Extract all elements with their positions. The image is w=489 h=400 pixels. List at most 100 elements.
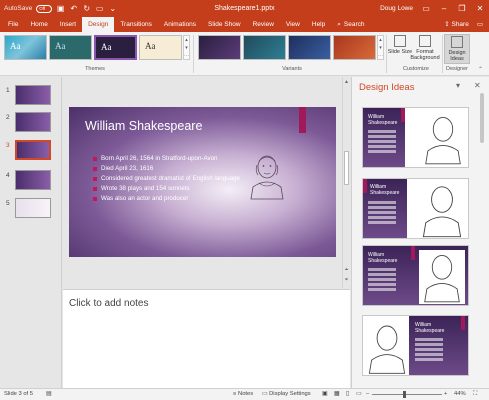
- ribbon-display-icon[interactable]: ▭: [421, 4, 431, 13]
- slide-thumb-image: [15, 198, 51, 218]
- zoom-in-icon[interactable]: +: [444, 391, 447, 397]
- share-button[interactable]: ⇪ Share: [444, 17, 469, 32]
- tab-file[interactable]: File: [2, 17, 24, 32]
- slide-thumb-image: [15, 140, 51, 160]
- redo-icon[interactable]: ↻: [82, 4, 91, 13]
- theme-teal-thumb[interactable]: Aa: [49, 35, 92, 60]
- prev-slide-icon[interactable]: ⏶: [343, 267, 350, 273]
- zoom-level[interactable]: 44%: [454, 391, 466, 397]
- current-slide[interactable]: William Shakespeare Born April 26, 1564 …: [69, 107, 336, 257]
- tab-view[interactable]: View: [280, 17, 306, 32]
- autosave-toggle[interactable]: Off: [36, 4, 53, 13]
- collapse-ribbon-icon[interactable]: ⌃: [478, 66, 483, 73]
- tab-insert[interactable]: Insert: [54, 17, 82, 32]
- tab-animations[interactable]: Animations: [158, 17, 202, 32]
- slide-sorter-icon[interactable]: ▦: [334, 391, 339, 397]
- zoom-knob[interactable]: [403, 391, 406, 398]
- fit-slide-icon[interactable]: ⛶: [473, 391, 477, 398]
- slide-scrollbar[interactable]: ▲ ⏶ ⏷: [342, 77, 350, 288]
- idea-accent-bar: [461, 316, 465, 330]
- design-idea-4[interactable]: William Shakespeare: [362, 315, 469, 376]
- slide-show-icon[interactable]: ▭: [356, 391, 361, 397]
- status-bar: Slide 3 of 5 ▤ ≡ Notes ▭ Display Setting…: [0, 388, 489, 400]
- slide-thumb-2[interactable]: 2: [0, 111, 62, 133]
- design-idea-2[interactable]: William Shakespeare: [362, 178, 469, 239]
- undo-icon[interactable]: ↶: [69, 4, 78, 13]
- slide-number: 1: [6, 87, 10, 94]
- user-name[interactable]: Doug Lowe: [380, 5, 413, 12]
- design-ribbon: Aa Aa Aa Aa ▴ ▾ ⋯ Themes ▴ ▾ ⋯ Variants Slid…: [0, 32, 489, 76]
- slide-thumb-5[interactable]: 5: [0, 197, 62, 219]
- notes-placeholder[interactable]: Click to add notes: [69, 298, 149, 309]
- close-icon[interactable]: ✕: [475, 4, 485, 13]
- tab-home[interactable]: Home: [24, 17, 53, 32]
- save-icon[interactable]: ▣: [56, 4, 65, 13]
- design-idea-1[interactable]: William Shakespeare: [362, 107, 469, 168]
- tab-slide-show[interactable]: Slide Show: [202, 17, 247, 32]
- idea-lines: [415, 338, 443, 363]
- idea-title: William Shakespeare: [370, 184, 400, 196]
- normal-view-icon[interactable]: ▣: [322, 391, 327, 397]
- display-icon: ▭: [262, 391, 268, 397]
- tab-transitions[interactable]: Transitions: [114, 17, 158, 32]
- present-icon[interactable]: ▭: [95, 4, 104, 13]
- shakespeare-portrait[interactable]: [247, 151, 287, 201]
- design-idea-3[interactable]: William Shakespeare: [362, 245, 469, 306]
- themes-more-icon[interactable]: ▴ ▾ ⋯: [183, 35, 190, 60]
- close-pane-icon[interactable]: ✕: [474, 81, 481, 90]
- format-background-icon: [419, 35, 431, 47]
- display-settings-button[interactable]: ▭ Display Settings: [262, 391, 311, 397]
- idea-lines: [368, 201, 396, 226]
- pane-options-icon[interactable]: ▾: [456, 81, 460, 90]
- idea-title: William Shakespeare: [368, 114, 398, 126]
- slide-thumb-1[interactable]: 1: [0, 84, 62, 106]
- variants-more-icon[interactable]: ▴ ▾ ⋯: [377, 35, 384, 60]
- comments-icon[interactable]: ▭: [477, 17, 483, 32]
- notes-toggle[interactable]: ≡ Notes: [233, 391, 253, 397]
- search-box[interactable]: ⌕ Search: [337, 17, 364, 32]
- title-bar: AutoSave Off ▣ ↶ ↻ ▭ ⌄ Shakespeare1.pptx…: [0, 0, 489, 17]
- share-area: ⇪ Share ▭: [444, 17, 489, 32]
- next-slide-icon[interactable]: ⏷: [343, 277, 350, 283]
- theme-office-thumb[interactable]: Aa: [4, 35, 47, 60]
- slide-thumb-4[interactable]: 4: [0, 169, 62, 191]
- reading-view-icon[interactable]: ▯: [346, 391, 349, 397]
- variant-thumb-3[interactable]: [288, 35, 331, 60]
- design-ideas-button[interactable]: Design Ideas: [444, 34, 470, 64]
- idea-portrait: [422, 186, 462, 238]
- restore-icon[interactable]: ❐: [457, 4, 467, 13]
- slide-bullets[interactable]: Born April 26, 1564 in Stratford-upon-Av…: [93, 154, 240, 204]
- slide-title[interactable]: William Shakespeare: [85, 119, 202, 133]
- bullet-item: Was also an actor and producer: [93, 194, 240, 204]
- zoom-slider[interactable]: [372, 394, 442, 395]
- tab-design[interactable]: Design: [82, 17, 115, 32]
- idea-accent-bar: [363, 179, 367, 193]
- design-ideas-label: Design Ideas: [448, 50, 466, 62]
- slide-number: 4: [6, 172, 10, 179]
- variant-thumb-2[interactable]: [243, 35, 286, 60]
- format-background-label: Format Background: [410, 49, 440, 61]
- spelling-icon[interactable]: ▤: [46, 391, 51, 397]
- theme-purple-thumb[interactable]: Aa: [94, 35, 137, 60]
- format-background-button[interactable]: Format Background: [408, 34, 442, 64]
- design-ideas-icon: [451, 36, 463, 48]
- scroll-up-icon[interactable]: ▲: [343, 79, 350, 85]
- tab-review[interactable]: Review: [247, 17, 280, 32]
- theme-aa: Aa: [55, 41, 66, 51]
- variant-thumb-1[interactable]: [198, 35, 241, 60]
- ideas-scrollbar[interactable]: [480, 93, 484, 143]
- slide-thumb-3[interactable]: 3: [0, 139, 62, 161]
- customize-icon[interactable]: ⌄: [108, 4, 117, 13]
- scroll-thumb[interactable]: [344, 151, 349, 185]
- variant-thumb-4[interactable]: [333, 35, 376, 60]
- notes-pane[interactable]: Click to add notes: [63, 289, 350, 388]
- minimize-icon[interactable]: –: [439, 4, 449, 13]
- display-settings-label: Display Settings: [269, 391, 311, 397]
- bullet-item: Considered greatest dramatist of English…: [93, 174, 240, 184]
- zoom-out-icon[interactable]: –: [366, 391, 369, 397]
- idea-title: William Shakespeare: [415, 322, 445, 334]
- theme-aa: Aa: [10, 41, 21, 51]
- theme-warm-thumb[interactable]: Aa: [139, 35, 182, 60]
- idea-lines: [368, 268, 396, 293]
- tab-help[interactable]: Help: [306, 17, 331, 32]
